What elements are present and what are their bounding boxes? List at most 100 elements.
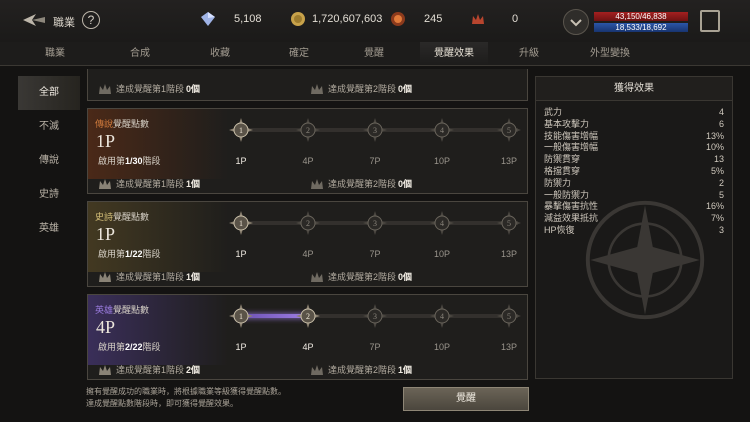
- effect-name: 格擋貫穿: [544, 165, 581, 176]
- awaken-emblem-icon: [585, 200, 705, 320]
- title-rest: 覺醒點數: [113, 119, 150, 129]
- step-label: 10P: [433, 249, 450, 259]
- tier-label: 史詩: [95, 212, 114, 222]
- step-label: 13P: [500, 156, 517, 166]
- effect-value: 4: [718, 107, 724, 117]
- title-rest: 覺醒點數: [113, 305, 150, 315]
- sidebar-item-immortal[interactable]: 不滅: [18, 110, 80, 144]
- title-rest: 覺醒點數: [113, 212, 150, 222]
- tab-collection[interactable]: 收藏: [170, 42, 270, 65]
- effect-value: 10%: [705, 142, 724, 153]
- top-bar: 職業 ? 5,108 1,720,607,603 245 0 43,150/46…: [0, 0, 750, 42]
- card-header: 英雄覺醒點數 4P 啟用第2/22階段: [88, 295, 228, 365]
- crown-icon: [99, 178, 111, 189]
- points-value: 1P: [96, 131, 116, 151]
- awaken-card-epic: 史詩覺醒點數 1P 啟用第1/22階段 1 1P 2 4P 3 7P 4 10P 5 13P 達成…: [87, 201, 528, 287]
- step-label: 4P: [302, 249, 314, 259]
- sidebar-item-hero[interactable]: 英雄: [18, 212, 80, 246]
- step-number: 4: [440, 312, 444, 321]
- back-arrow-icon[interactable]: [22, 12, 46, 28]
- card-title: 史詩覺醒點數: [95, 210, 149, 223]
- step-label: 1P: [235, 342, 247, 352]
- tab-awaken[interactable]: 覺醒: [328, 42, 420, 65]
- effect-value: 3: [718, 224, 724, 235]
- step-label: 13P: [500, 342, 517, 352]
- awaken-point-list[interactable]: 達成覺醒第1階段 0個 達成覺醒第2階段 0個 傳說覺醒點數 1P 啟用第1/30階…: [87, 69, 528, 385]
- effect-row: 防禦力 2: [536, 178, 732, 190]
- tab-job[interactable]: 職業: [0, 42, 110, 65]
- tab-appearance[interactable]: 外型變換: [570, 42, 650, 65]
- crown-icon: [311, 271, 323, 282]
- step-number: 1: [239, 126, 243, 135]
- step-node-icon: 3: [363, 118, 387, 142]
- page-title: 職業: [53, 17, 75, 29]
- sidebar-item-all[interactable]: 全部: [18, 76, 80, 110]
- crown-icon: [311, 364, 323, 375]
- coin-amount: 1,720,607,603: [312, 13, 383, 25]
- tab-craft[interactable]: 合成: [110, 42, 170, 65]
- step-number: 5: [507, 126, 511, 135]
- effect-row: 一般傷害增幅 10%: [536, 142, 732, 154]
- effect-name: 防禦貫穿: [544, 154, 581, 165]
- step-number: 4: [440, 126, 444, 135]
- step-node-icon: 2: [296, 304, 320, 328]
- tab-confirm[interactable]: 確定: [270, 42, 328, 65]
- exit-door-icon[interactable]: [700, 10, 720, 32]
- orb-amount: 245: [424, 13, 443, 25]
- achievement-stage2: 達成覺醒第2階段 0個: [310, 82, 412, 95]
- effect-name: 基本攻擊力: [544, 118, 590, 129]
- effect-name: HP恢復: [544, 224, 575, 235]
- step-number: 4: [440, 219, 444, 228]
- step-node-icon: 5: [497, 304, 521, 328]
- step-node-icon: 4: [430, 304, 454, 328]
- step-track: 1 1P 2 4P 3 7P 4 10P 5 13P: [229, 304, 521, 352]
- effect-row: 基本攻擊力 6: [536, 119, 732, 131]
- step-node-icon: 1: [229, 304, 253, 328]
- awaken-button[interactable]: 覺醒: [403, 387, 529, 411]
- effect-name: 一般傷害增幅: [544, 142, 599, 153]
- achievement-stage1: 達成覺醒第1階段 0個: [98, 82, 200, 95]
- card-header: 傳說覺醒點數 1P 啟用第1/30階段: [88, 109, 228, 179]
- crystal-icon: [201, 12, 215, 26]
- effect-row: 格擋貫穿 5%: [536, 166, 732, 178]
- flame-crown-amount: 0: [512, 13, 519, 25]
- step-track: 1 1P 2 4P 3 7P 4 10P 5 13P: [229, 118, 521, 166]
- crown-icon: [311, 178, 323, 189]
- effect-value: 13: [713, 154, 724, 165]
- effect-row: 防禦貫穿 13: [536, 154, 732, 166]
- sidebar-item-legend[interactable]: 傳說: [18, 144, 80, 178]
- step-node-icon: 2: [296, 211, 320, 235]
- footer-note: 擁有覺醒成功的職業時，將根據職業等級獲得覺醒點數。 達成覺醒點數階段時，即可獲得…: [86, 387, 286, 408]
- status-emblem[interactable]: [563, 9, 589, 35]
- sidebar: 全部 不滅 傳說 史詩 英雄: [18, 76, 80, 246]
- step-number: 3: [373, 219, 377, 228]
- step-track: 1 1P 2 4P 3 7P 4 10P 5 13P: [229, 211, 521, 259]
- crown-icon: [99, 83, 111, 94]
- orb-icon: [391, 12, 405, 26]
- crown-icon: [99, 271, 111, 282]
- chevron-down-icon: [570, 19, 582, 27]
- sidebar-item-epic[interactable]: 史詩: [18, 178, 80, 212]
- effect-name: 防禦力: [544, 177, 572, 188]
- effect-name: 武力: [544, 107, 563, 117]
- effect-row: 武力 4: [536, 107, 732, 119]
- achievement-stage1: 達成覺醒第1階段 2個: [98, 363, 200, 376]
- step-number: 5: [507, 312, 511, 321]
- points-value: 1P: [96, 224, 116, 244]
- step-label: 4P: [302, 156, 314, 166]
- help-icon[interactable]: ?: [82, 11, 100, 29]
- achievement-stage1: 達成覺醒第1階段 1個: [98, 270, 200, 283]
- flame-crown-icon: [472, 14, 484, 24]
- achievement-stage2: 達成覺醒第2階段 0個: [310, 177, 412, 190]
- step-label: 10P: [433, 156, 450, 166]
- tab-upgrade[interactable]: 升級: [488, 42, 570, 65]
- step-label: 7P: [369, 156, 381, 166]
- step-label: 1P: [235, 156, 247, 166]
- step-label: 13P: [500, 249, 517, 259]
- tab-awaken-effect[interactable]: 覺醒效果: [420, 42, 488, 65]
- coin-currency: 1,720,607,603: [290, 11, 382, 27]
- step-label: 10P: [433, 342, 450, 352]
- crown-icon: [99, 364, 111, 375]
- awaken-card-partial: 達成覺醒第1階段 0個 達成覺醒第2階段 0個: [87, 69, 528, 101]
- effect-value: 2: [718, 177, 724, 188]
